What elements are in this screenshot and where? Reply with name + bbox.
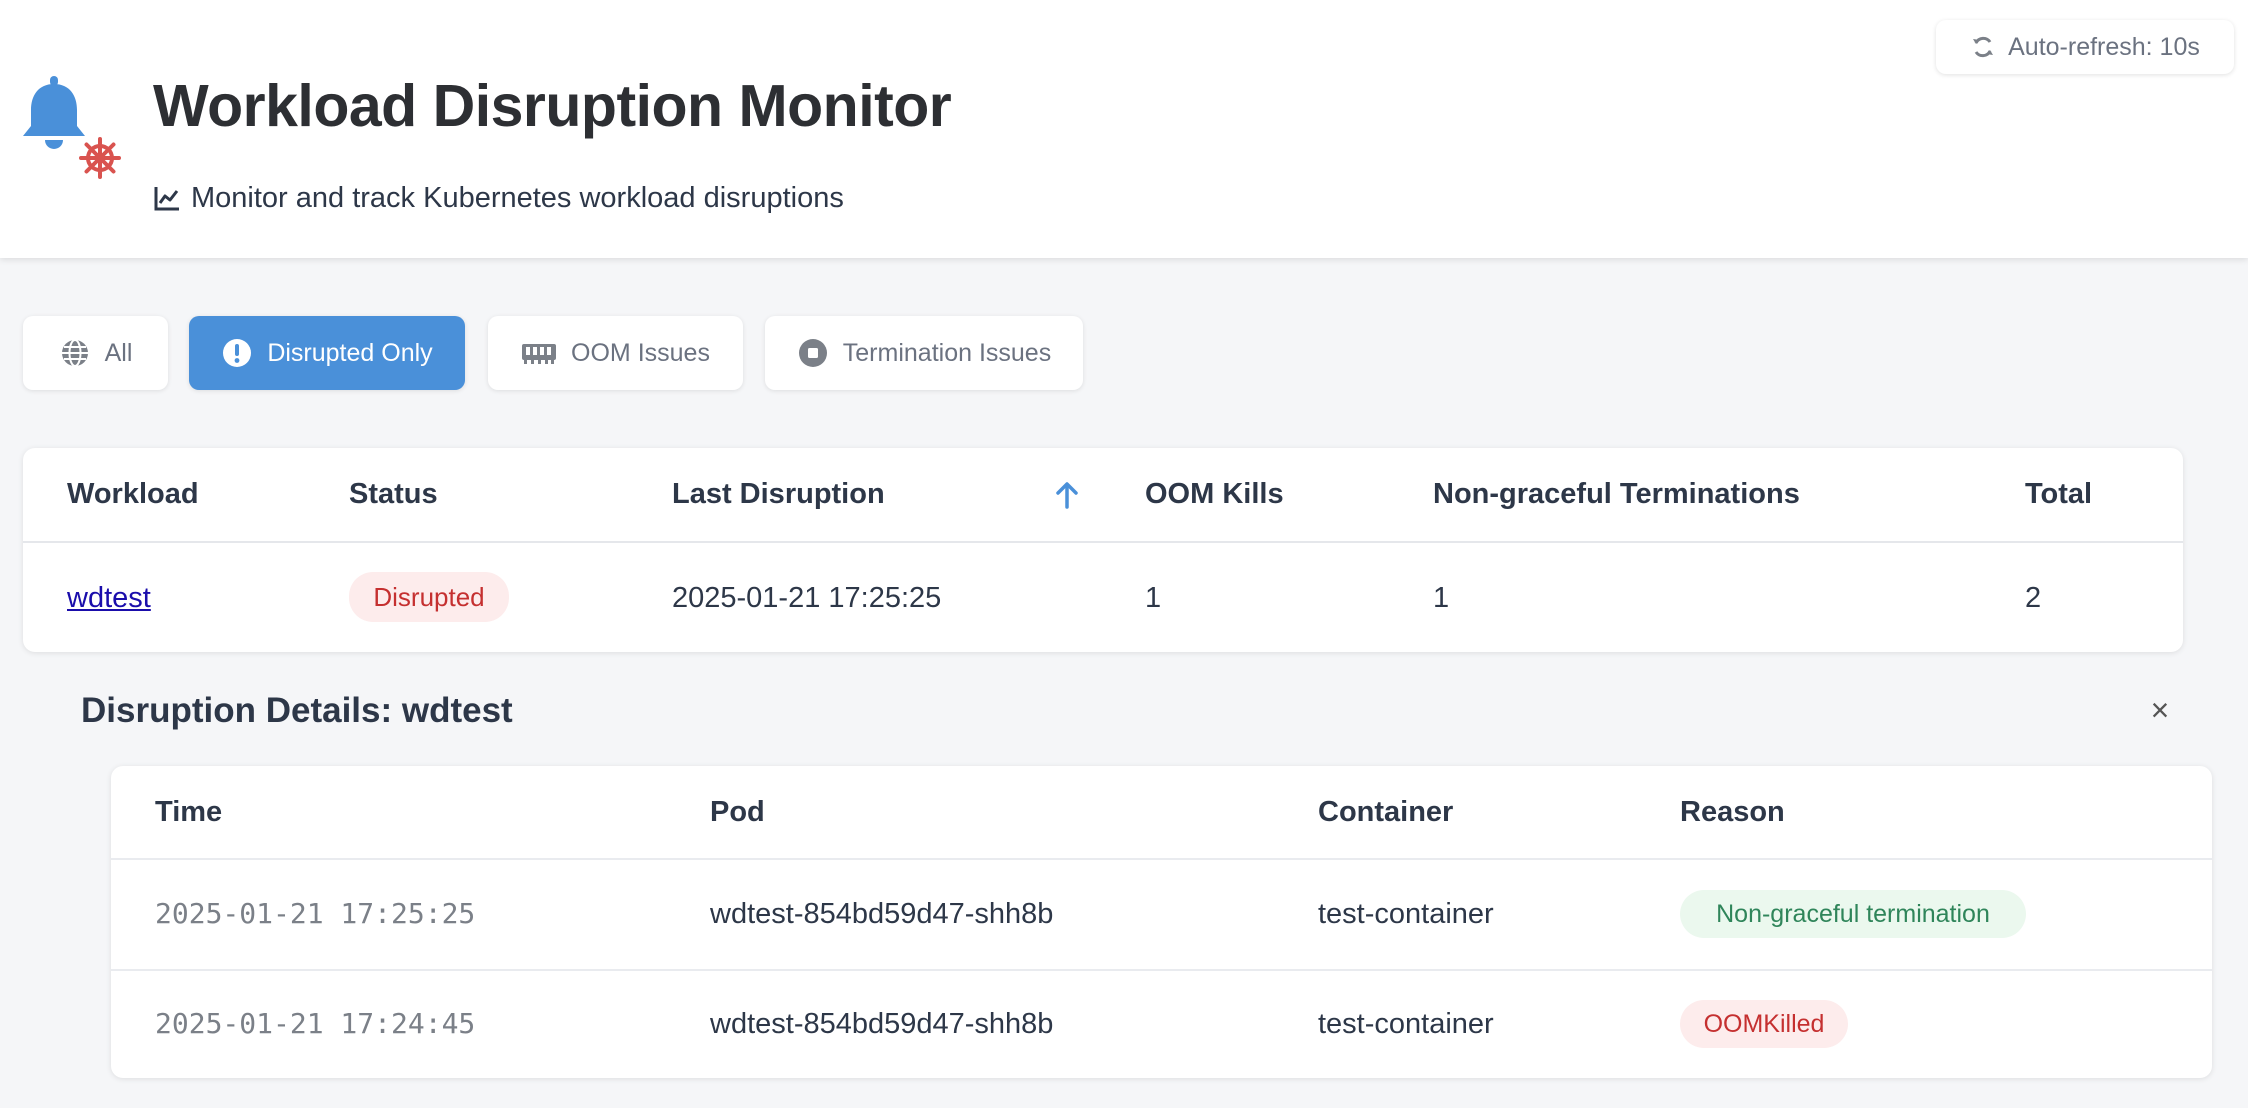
close-icon[interactable]: × bbox=[2146, 692, 2174, 728]
row-divider bbox=[111, 969, 2212, 971]
filter-termination-label: Termination Issues bbox=[842, 338, 1052, 367]
auto-refresh-label: Auto-refresh: 10s bbox=[2008, 32, 2200, 61]
stop-circle-icon bbox=[798, 339, 827, 367]
filter-oom-label: OOM Issues bbox=[571, 338, 710, 367]
time-cell: 2025-01-21 17:25:25 bbox=[155, 897, 476, 930]
filter-termination-button[interactable]: Termination Issues bbox=[765, 316, 1083, 390]
globe-icon bbox=[61, 339, 88, 367]
details-header-divider bbox=[111, 858, 2212, 860]
page-subtitle: Monitor and track Kubernetes workload di… bbox=[153, 180, 844, 216]
column-header-non-graceful[interactable]: Non-graceful Terminations bbox=[1433, 476, 1800, 512]
filter-disrupted-label: Disrupted Only bbox=[267, 338, 433, 367]
status-badge: Disrupted bbox=[349, 572, 509, 622]
kubernetes-helm-icon bbox=[79, 137, 121, 179]
container-cell: test-container bbox=[1318, 898, 1494, 930]
non-graceful-cell: 1 bbox=[1433, 582, 1450, 614]
filter-all-button[interactable]: All bbox=[23, 316, 168, 390]
column-header-status[interactable]: Status bbox=[349, 476, 438, 512]
page-header: Workload Disruption Monitor Monitor and … bbox=[0, 0, 2248, 258]
workload-link[interactable]: wdtest bbox=[67, 580, 151, 616]
column-header-oom-kills[interactable]: OOM Kills bbox=[1145, 476, 1284, 512]
filter-oom-button[interactable]: OOM Issues bbox=[488, 316, 743, 390]
filter-disrupted-button[interactable]: Disrupted Only bbox=[189, 316, 465, 390]
column-header-last-disruption[interactable]: Last Disruption bbox=[672, 476, 885, 512]
exclamation-circle-icon bbox=[223, 339, 252, 367]
details-title: Disruption Details: wdtest bbox=[81, 691, 513, 730]
subtitle-text: Monitor and track Kubernetes workload di… bbox=[191, 182, 844, 214]
column-header-workload[interactable]: Workload bbox=[67, 476, 199, 512]
column-header-container[interactable]: Container bbox=[1318, 794, 1453, 830]
column-header-pod[interactable]: Pod bbox=[710, 794, 765, 830]
time-cell: 2025-01-21 17:24:45 bbox=[155, 1007, 476, 1040]
workloads-table: Workload Status Last Disruption OOM Kill… bbox=[23, 448, 2183, 652]
sort-ascending-icon[interactable] bbox=[1053, 480, 1081, 510]
reason-badge: Non-graceful termination bbox=[1680, 890, 2026, 938]
refresh-icon bbox=[1973, 36, 1994, 58]
column-header-total[interactable]: Total bbox=[2025, 476, 2092, 512]
page-title: Workload Disruption Monitor bbox=[153, 73, 952, 139]
memory-icon bbox=[522, 344, 557, 364]
container-cell: test-container bbox=[1318, 1008, 1494, 1040]
total-cell: 2 bbox=[2025, 582, 2042, 614]
pod-cell: wdtest-854bd59d47-shh8b bbox=[710, 1008, 1054, 1040]
details-table: Time Pod Container Reason 2025-01-21 17:… bbox=[111, 766, 2212, 1078]
pod-cell: wdtest-854bd59d47-shh8b bbox=[710, 898, 1054, 930]
auto-refresh-indicator[interactable]: Auto-refresh: 10s bbox=[1936, 20, 2234, 74]
column-header-reason[interactable]: Reason bbox=[1680, 794, 1785, 830]
filter-all-label: All bbox=[104, 338, 133, 367]
oom-kills-cell: 1 bbox=[1145, 582, 1162, 614]
last-disruption-cell: 2025-01-21 17:25:25 bbox=[672, 582, 942, 614]
header-divider bbox=[23, 541, 2183, 543]
reason-badge: OOMKilled bbox=[1680, 1000, 1848, 1048]
column-header-time[interactable]: Time bbox=[155, 794, 222, 830]
app-logo bbox=[20, 76, 124, 182]
chart-line-icon bbox=[154, 187, 179, 211]
